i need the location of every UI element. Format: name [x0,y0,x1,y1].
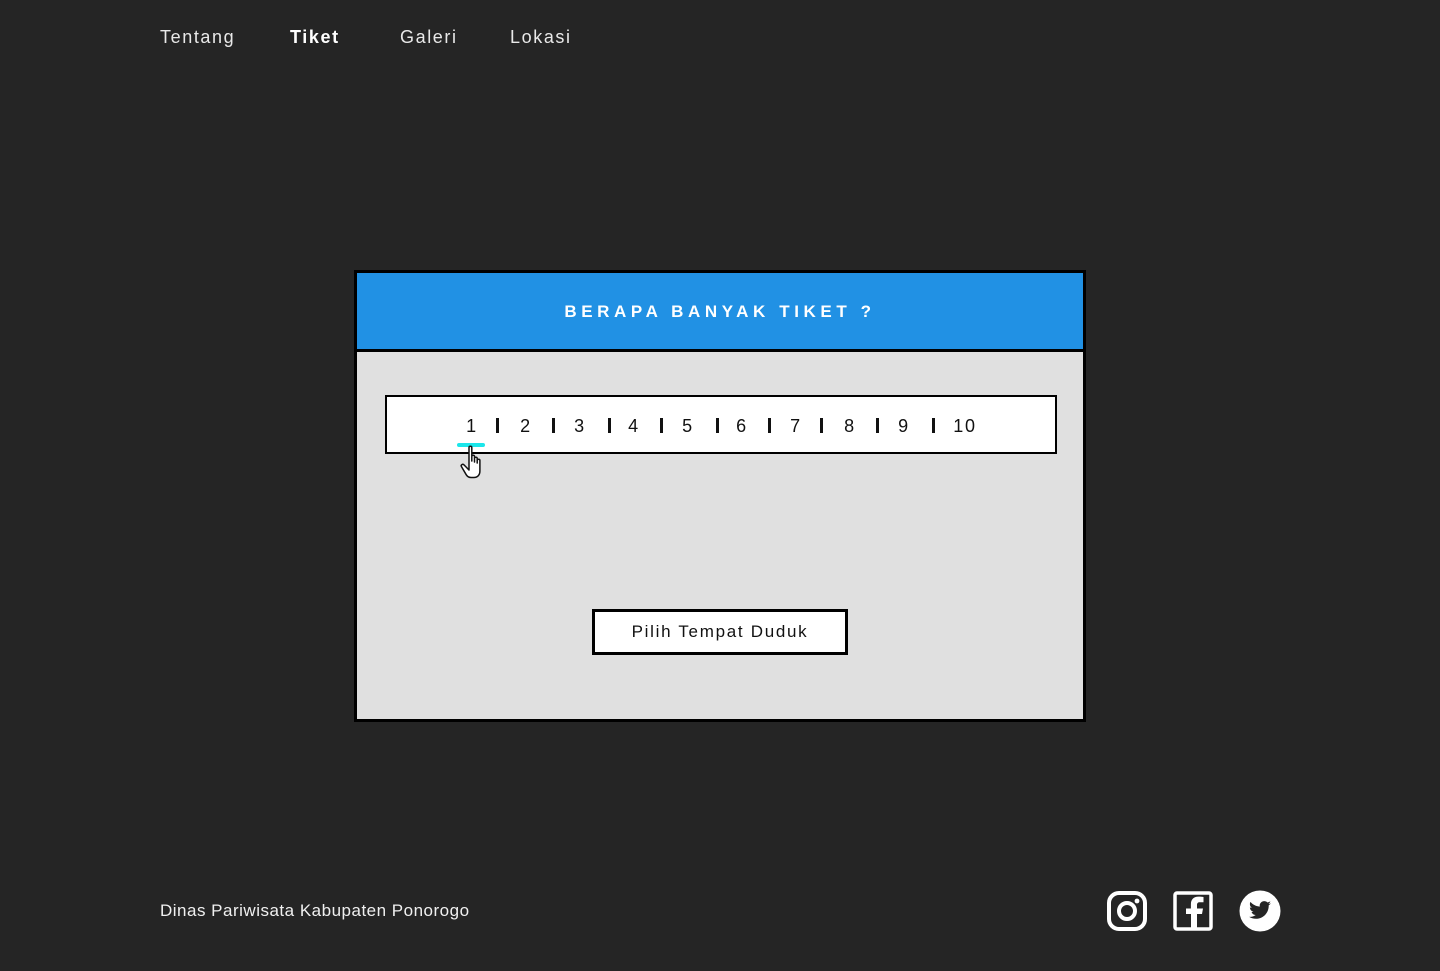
option-separator [716,418,719,433]
quantity-option-7[interactable]: 7 [790,416,802,437]
dialog-header: BERAPA BANYAK TIKET ? [357,273,1083,352]
quantity-option-2[interactable]: 2 [520,416,532,437]
choose-seat-label: Pilih Tempat Duduk [631,622,809,641]
option-separator [932,418,935,433]
quantity-option-10[interactable]: 10 [953,416,977,437]
option-separator [608,418,611,433]
option-separator [496,418,499,433]
quantity-option-4[interactable]: 4 [628,416,640,437]
nav-galeri[interactable]: Galeri [400,27,458,48]
quantity-option-3[interactable]: 3 [574,416,586,437]
dialog-title: BERAPA BANYAK TIKET ? [564,302,876,321]
option-separator [768,418,771,433]
hand-pointer-icon [460,445,481,479]
option-separator [660,418,663,433]
nav-tiket[interactable]: Tiket [290,27,340,48]
ticket-quantity-dialog: BERAPA BANYAK TIKET ? 1 2 3 4 5 6 7 8 9 … [354,270,1086,722]
option-separator [876,418,879,433]
quantity-option-6[interactable]: 6 [736,416,748,437]
ticket-page: Tentang Tiket Galeri Lokasi BERAPA BANYA… [0,0,1440,971]
choose-seat-button[interactable]: Pilih Tempat Duduk [592,609,848,655]
option-separator [820,418,823,433]
quantity-option-9[interactable]: 9 [898,416,910,437]
footer-org-name: Dinas Pariwisata Kabupaten Ponorogo [160,901,470,920]
quantity-option-5[interactable]: 5 [682,416,694,437]
facebook-icon[interactable] [1172,890,1214,932]
option-separator [552,418,555,433]
quantity-option-1[interactable]: 1 [466,416,478,437]
instagram-icon[interactable] [1106,890,1148,932]
nav-lokasi[interactable]: Lokasi [510,27,572,48]
nav-tentang[interactable]: Tentang [160,27,235,48]
twitter-icon[interactable] [1239,890,1281,932]
quantity-option-8[interactable]: 8 [844,416,856,437]
